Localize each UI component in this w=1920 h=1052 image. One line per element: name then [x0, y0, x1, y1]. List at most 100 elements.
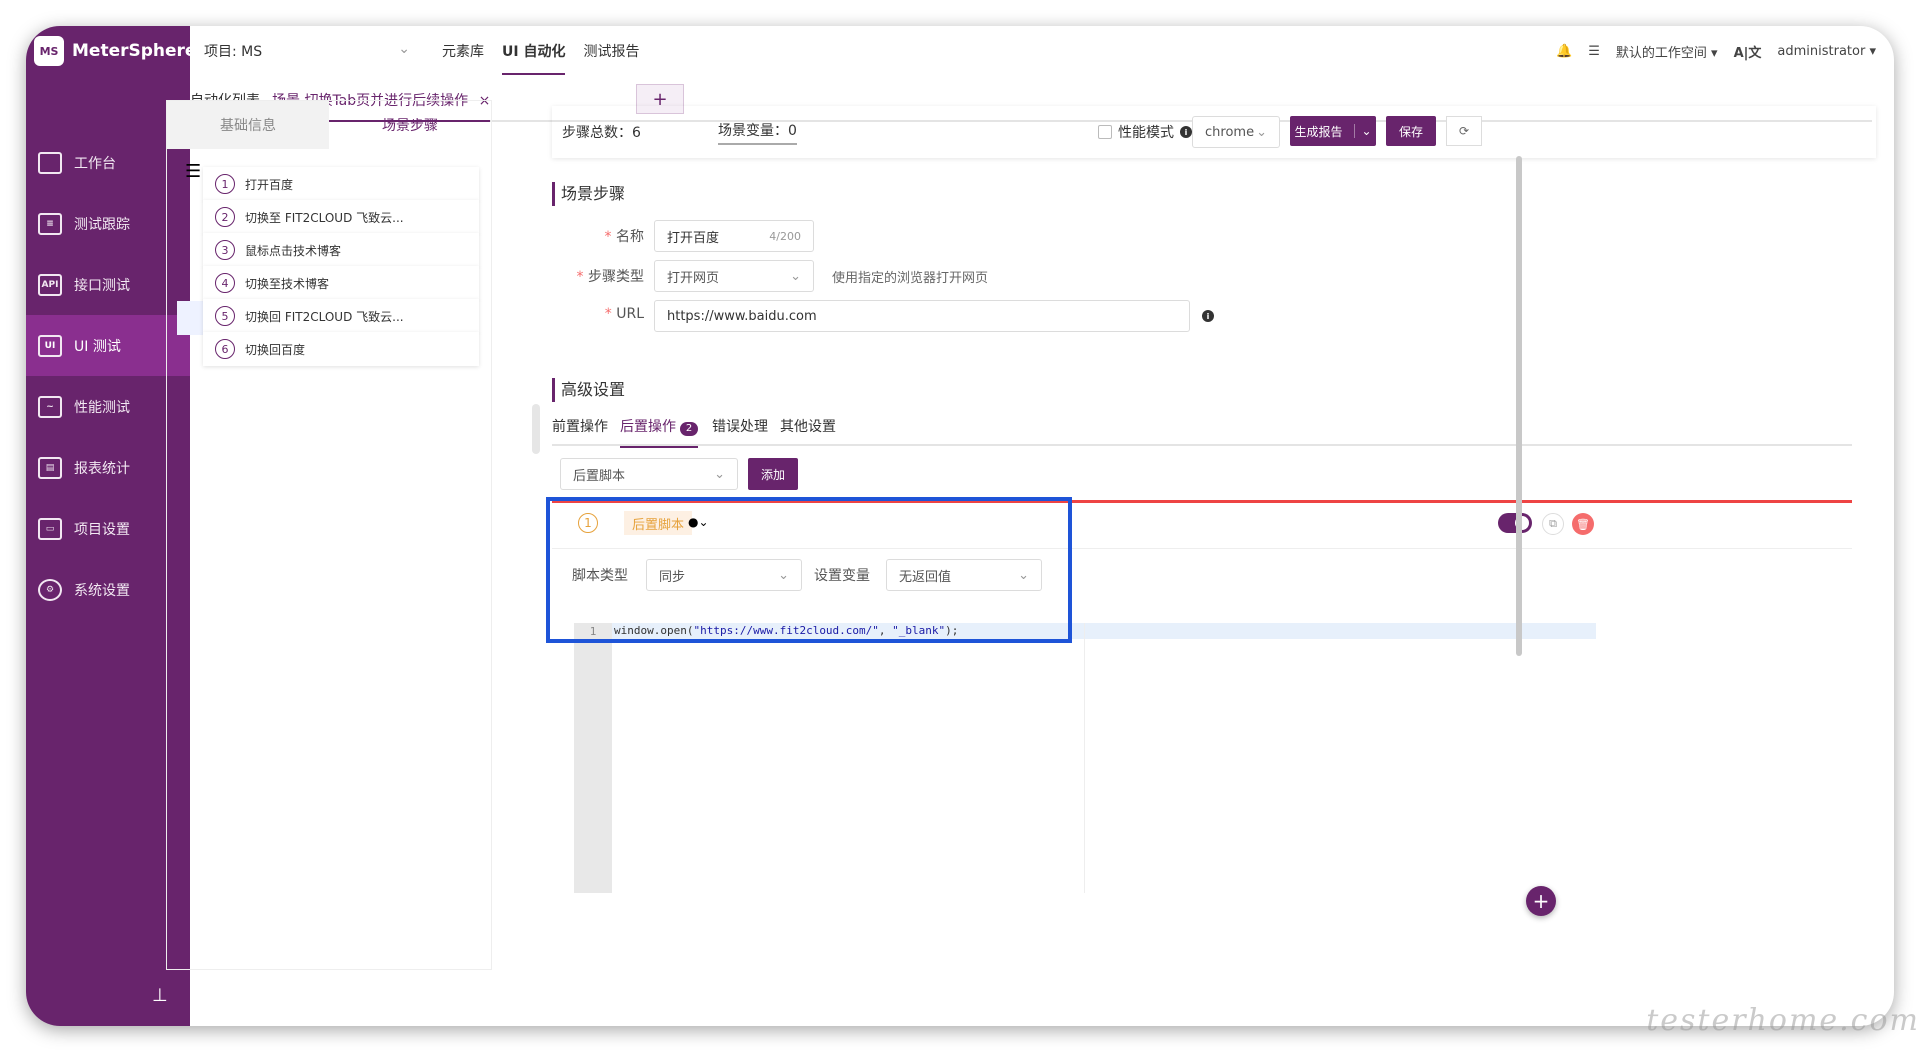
add-step-fab[interactable]: +	[1526, 886, 1556, 916]
app-name: MeterSphere	[72, 41, 197, 61]
section-title-advanced: 高级设置	[552, 378, 625, 402]
perf-mode-label: 性能模式	[1118, 125, 1174, 141]
save-button[interactable]: 保存	[1386, 116, 1436, 146]
step-selection-indicator	[177, 301, 203, 335]
project-label: 项目: MS	[204, 44, 263, 60]
code-line[interactable]: window.open("https://www.fit2cloud.com/"…	[612, 623, 1596, 639]
sidebar-item-label: 报表统计	[74, 460, 130, 477]
panel-collapse-handle[interactable]	[532, 404, 540, 454]
clipboard-icon: ≡	[38, 212, 62, 235]
perf-mode-checkbox[interactable]	[1098, 125, 1112, 139]
workspace-select[interactable]: 默认的工作空间 ▾	[1616, 42, 1718, 61]
sidebar-item-label: 系统设置	[74, 582, 130, 599]
steps-panel: 基础信息 场景步骤 ☰ 1 打开百度 2 切换至 FIT2CLOUD 飞致云..…	[166, 100, 492, 970]
step-label: 切换至 FIT2CLOUD 飞致云...	[245, 210, 404, 225]
chevron-down-icon: ⌄	[398, 41, 410, 57]
workspace-label: 默认的工作空间	[1615, 45, 1707, 61]
browser-select[interactable]: chrome ⌄	[1192, 116, 1280, 148]
tab-error-handling[interactable]: 错误处理	[712, 416, 768, 436]
main-content: 步骤总数：6 场景变量：0 性能模式 i chrome ⌄ 生成报告 ⌄ 保存 …	[546, 106, 1894, 986]
perf-mode: 性能模式 i	[1098, 122, 1192, 142]
step-label: 切换至技术博客	[245, 276, 330, 291]
sidebar-item-label: 工作台	[74, 155, 116, 172]
top-bar: 项目: MS ⌄ 元素库 UI 自动化 测试报告 🔔 ☰ 默认的工作空间 ▾ A…	[190, 26, 1894, 76]
refresh-button[interactable]: ⟳	[1446, 116, 1482, 146]
sidebar-item-label: 性能测试	[74, 399, 130, 416]
info-icon[interactable]: ●⌄	[688, 515, 709, 529]
tab-scene-steps[interactable]: 场景步骤	[329, 101, 491, 149]
script-type-label: 脚本类型	[572, 568, 628, 584]
info-icon[interactable]: i	[1202, 310, 1214, 322]
name-label: * 名称	[604, 229, 644, 245]
delete-icon[interactable]: 🗑	[1572, 513, 1594, 535]
app-logo[interactable]: MS MeterSphere	[34, 26, 196, 76]
nav-ui-automation[interactable]: UI 自动化	[502, 41, 566, 75]
step-type-value: 打开网页	[667, 270, 720, 286]
step-item[interactable]: 6 切换回百度	[203, 332, 479, 366]
user-menu[interactable]: administrator ▾	[1777, 44, 1876, 59]
return-value-select[interactable]: 无返回值 ⌄	[886, 559, 1042, 591]
folder-icon: ▭	[38, 517, 62, 540]
language-icon[interactable]: A|文	[1734, 42, 1762, 61]
steps-total: 步骤总数：6	[562, 125, 641, 141]
add-button[interactable]: 添加	[748, 458, 798, 490]
step-item[interactable]: 5 切换回 FIT2CLOUD 飞致云...	[203, 299, 479, 333]
url-input[interactable]: https://www.baidu.com	[654, 300, 1190, 332]
step-item[interactable]: 1 打开百度	[203, 167, 479, 201]
copy-icon[interactable]: ⧉	[1542, 513, 1564, 535]
chevron-down-icon: ⌄	[790, 268, 801, 284]
scrollbar[interactable]	[1516, 156, 1522, 656]
step-item[interactable]: 4 切换至技术博客	[203, 266, 479, 300]
step-number: 1	[215, 174, 235, 194]
sync-select[interactable]: 同步 ⌄	[646, 559, 802, 591]
refresh-icon: ⟳	[1458, 124, 1470, 138]
step-type-select[interactable]: 打开网页 ⌄	[654, 260, 814, 292]
enable-toggle[interactable]	[1498, 513, 1532, 533]
url-label: * URL	[604, 306, 644, 322]
pin-icon[interactable]: ⊥	[152, 985, 168, 1006]
step-label: 鼠标点击技术博客	[245, 243, 342, 258]
top-right-controls: 🔔 ☰ 默认的工作空间 ▾ A|文 administrator ▾	[1556, 42, 1876, 61]
step-number: 2	[215, 207, 235, 227]
script-type-select[interactable]: 后置脚本 ⌄	[560, 458, 738, 490]
script-tag: 后置脚本	[624, 511, 693, 535]
bell-icon[interactable]: 🔔	[1556, 44, 1572, 59]
step-number: 5	[215, 306, 235, 326]
tab-other-settings[interactable]: 其他设置	[780, 416, 836, 436]
script-card-header: 1 后置脚本 ●⌄ ⧉ 🗑	[552, 503, 1852, 549]
logo-icon: MS	[34, 36, 64, 66]
sidebar-item-label: UI 测试	[74, 338, 121, 355]
scene-variables[interactable]: 场景变量：0	[718, 120, 797, 145]
chevron-down-icon[interactable]: ⌄	[1354, 124, 1372, 138]
line-gutter: 1	[574, 623, 612, 893]
nav-element-library[interactable]: 元素库	[442, 41, 484, 61]
step-type-hint: 使用指定的浏览器打开网页	[832, 271, 989, 286]
generate-report-button[interactable]: 生成报告 ⌄	[1290, 116, 1376, 146]
nav-test-report[interactable]: 测试报告	[583, 41, 639, 61]
step-label: 切换回百度	[245, 342, 306, 357]
menu-icon[interactable]: ☰	[185, 161, 201, 182]
watermark: testerhome.com	[1646, 1003, 1920, 1038]
ui-icon: UI	[38, 334, 62, 357]
sidebar-item-label: 项目设置	[74, 521, 130, 538]
set-variable-label: 设置变量	[814, 568, 870, 584]
name-input[interactable]: 打开百度 4/200	[654, 220, 814, 252]
step-item[interactable]: 3 鼠标点击技术博客	[203, 233, 479, 267]
step-label: 打开百度	[245, 177, 294, 192]
count-badge: 2	[680, 421, 698, 436]
tab-post-operation[interactable]: 后置操作 2	[620, 416, 698, 448]
step-number: 3	[215, 240, 235, 260]
tab-pre-operation[interactable]: 前置操作	[552, 416, 608, 436]
list-icon[interactable]: ☰	[1588, 44, 1600, 59]
chevron-down-icon: ⌄	[1018, 567, 1029, 583]
editor-divider	[1084, 623, 1085, 893]
post-script-card: 1 后置脚本 ●⌄ ⧉ 🗑 脚本类型 同步 ⌄ 设置变量 无返回值 ⌄ 1 wi…	[546, 497, 1852, 906]
chevron-down-icon: ⌄	[714, 466, 725, 482]
url-value: https://www.baidu.com	[667, 308, 817, 324]
project-select[interactable]: 项目: MS ⌄	[204, 41, 410, 61]
sidebar-item-label: 测试跟踪	[74, 216, 130, 233]
step-item[interactable]: 2 切换至 FIT2CLOUD 飞致云...	[203, 200, 479, 234]
info-icon[interactable]: i	[1180, 126, 1192, 138]
code-editor[interactable]: 1 window.open("https://www.fit2cloud.com…	[574, 623, 1596, 893]
tab-basic-info[interactable]: 基础信息	[167, 101, 329, 149]
